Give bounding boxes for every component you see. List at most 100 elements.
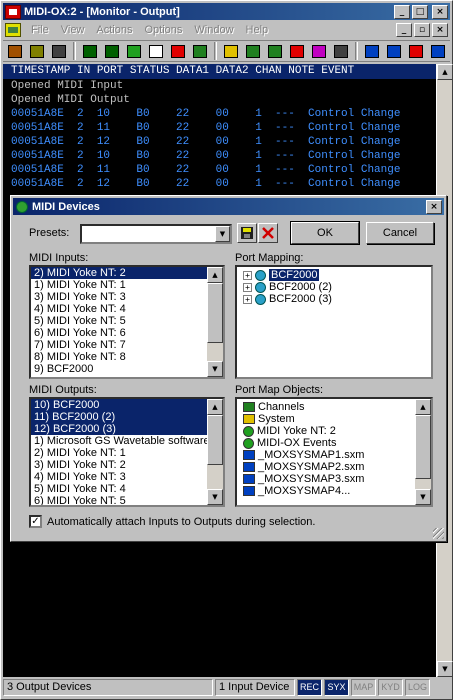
presets-combo[interactable]: ▼ [80, 224, 232, 244]
title-bar[interactable]: MIDI-OX:2 - [Monitor - Output] _ □ × [3, 3, 450, 20]
print-button[interactable] [49, 41, 69, 61]
open-button[interactable] [5, 41, 25, 61]
midi-output-item[interactable]: 11) BCF2000 (2) [31, 411, 223, 423]
scroll-thumb[interactable] [415, 415, 431, 479]
midi-inputs-scrollbar[interactable]: ▲ ▼ [207, 267, 223, 377]
scroll-thumb[interactable] [207, 415, 223, 465]
midi-input-item[interactable]: 4) MIDI Yoke NT: 4 [31, 303, 223, 315]
midi-outputs-scrollbar[interactable]: ▲ ▼ [207, 399, 223, 505]
midi-output-item[interactable]: 6) MIDI Yoke NT: 5 [31, 495, 223, 505]
port-routing-button[interactable] [362, 41, 382, 61]
port-map-object-item[interactable]: _MOXSYSMAP2.sxm [237, 461, 431, 473]
midi-input-item[interactable]: 5) MIDI Yoke NT: 5 [31, 315, 223, 327]
midi-output-item[interactable]: 12) BCF2000 (3) [31, 423, 223, 435]
dialog-title-bar[interactable]: MIDI Devices × [13, 198, 444, 215]
midi-input-item[interactable]: 7) MIDI Yoke NT: 7 [31, 339, 223, 351]
save-button[interactable] [27, 41, 47, 61]
port-mapping-tree[interactable]: + BCF2000 + BCF2000 (2) + BCF2000 (3) [235, 265, 433, 379]
scroll-up-button[interactable]: ▲ [437, 64, 453, 80]
scroll-down-button[interactable]: ▼ [207, 489, 223, 505]
dialog-close-button[interactable]: × [426, 199, 442, 214]
midi-input-item[interactable]: 3) MIDI Yoke NT: 3 [31, 291, 223, 303]
menu-actions[interactable]: Actions [90, 24, 138, 36]
expand-icon[interactable]: + [243, 294, 252, 304]
chevron-down-icon[interactable]: ▼ [215, 226, 230, 242]
midi-output-item[interactable]: 1) Microsoft GS Wavetable software [31, 435, 223, 447]
midi-output-item[interactable]: 4) MIDI Yoke NT: 3 [31, 471, 223, 483]
piano-button[interactable] [331, 41, 351, 61]
midi-input-button[interactable] [80, 41, 100, 61]
ok-button[interactable]: OK [290, 221, 360, 245]
maximize-button[interactable]: □ [412, 4, 428, 19]
status-indicator-log[interactable]: LOG [405, 679, 430, 696]
delete-preset-button[interactable] [258, 223, 278, 243]
sysex-button[interactable] [168, 41, 188, 61]
resize-grip[interactable] [433, 528, 444, 539]
monitor-window-icon[interactable] [5, 23, 21, 37]
midi-input-item[interactable]: 9) BCF2000 [31, 363, 223, 375]
port-mapping-item[interactable]: + BCF2000 [237, 269, 431, 281]
panic-button[interactable] [406, 41, 426, 61]
scroll-down-button[interactable]: ▼ [415, 489, 431, 505]
menu-help[interactable]: Help [240, 24, 275, 36]
expand-icon[interactable]: + [243, 282, 252, 292]
port-map-object-item[interactable]: MIDI-OX Events [237, 437, 431, 449]
midi-output-item[interactable]: 5) MIDI Yoke NT: 4 [31, 483, 223, 495]
menu-window[interactable]: Window [188, 24, 239, 36]
cancel-button[interactable]: Cancel [366, 222, 434, 244]
grid-button[interactable] [146, 41, 166, 61]
instruments-button[interactable] [265, 41, 285, 61]
port-map-object-item[interactable]: MIDI Yoke NT: 2 [237, 425, 431, 437]
port-map-object-item[interactable]: _MOXSYSMAP4... [237, 485, 431, 497]
minimize-button[interactable]: _ [394, 4, 410, 19]
child-restore-button[interactable]: ▫ [414, 23, 430, 37]
status-indicator-rec[interactable]: REC [297, 679, 322, 696]
midi-output-button[interactable] [102, 41, 122, 61]
filter-button[interactable] [190, 41, 210, 61]
status-indicator-syx[interactable]: SYX [324, 679, 349, 696]
port-map-object-item[interactable]: _MOXSYSMAP1.sxm [237, 449, 431, 461]
config-button[interactable] [428, 41, 448, 61]
mapper-button[interactable] [309, 41, 329, 61]
scroll-up-button[interactable]: ▲ [207, 267, 223, 283]
child-close-button[interactable]: × [432, 23, 448, 37]
pencil-button[interactable] [221, 41, 241, 61]
port-mapping-item[interactable]: + BCF2000 (3) [237, 293, 431, 305]
port-map-object-item[interactable]: Channels [237, 401, 431, 413]
menu-options[interactable]: Options [138, 24, 188, 36]
auto-attach-checkbox[interactable]: ✓ [29, 515, 42, 528]
midi-output-item[interactable]: 10) BCF2000 [31, 399, 223, 411]
status-indicator-map[interactable]: MAP [351, 679, 376, 696]
mp-button[interactable] [287, 41, 307, 61]
midi-input-item[interactable]: 1) MIDI Yoke NT: 1 [31, 279, 223, 291]
green-circle-button[interactable] [124, 41, 144, 61]
scroll-down-button[interactable]: ▼ [207, 361, 223, 377]
port-map-object-item[interactable]: _MOXSYSMAP3.sxm [237, 473, 431, 485]
save-preset-button[interactable] [237, 223, 257, 243]
midi-input-item[interactable]: 8) MIDI Yoke NT: 8 [31, 351, 223, 363]
midi-output-item[interactable]: 3) MIDI Yoke NT: 2 [31, 459, 223, 471]
port-mapping-label: BCF2000 (2) [269, 281, 332, 293]
close-button[interactable]: × [432, 4, 448, 19]
port-map-objects-list[interactable]: Channels System MIDI Yoke NT: 2 MIDI-OX Eve… [235, 397, 433, 507]
status-indicator-kyd[interactable]: KYD [378, 679, 403, 696]
hub-button[interactable] [384, 41, 404, 61]
port-map-object-item[interactable]: System [237, 413, 431, 425]
menu-file[interactable]: File [25, 24, 55, 36]
menu-view[interactable]: View [55, 24, 91, 36]
midi-inputs-list[interactable]: 2) MIDI Yoke NT: 2 1) MIDI Yoke NT: 1 3) M… [29, 265, 225, 379]
scroll-up-button[interactable]: ▲ [207, 399, 223, 415]
midi-input-item[interactable]: 6) MIDI Yoke NT: 6 [31, 327, 223, 339]
midi-output-item[interactable]: 2) MIDI Yoke NT: 1 [31, 447, 223, 459]
midi-input-item[interactable]: 2) MIDI Yoke NT: 2 [31, 267, 223, 279]
midi-ox-app-icon[interactable] [5, 4, 21, 19]
port-map-objects-scrollbar[interactable]: ▲ ▼ [415, 399, 431, 505]
keyboard-button[interactable] [243, 41, 263, 61]
port-mapping-item[interactable]: + BCF2000 (2) [237, 281, 431, 293]
scroll-thumb[interactable] [207, 283, 223, 343]
expand-icon[interactable]: + [243, 270, 252, 280]
child-minimize-button[interactable]: _ [396, 23, 412, 37]
midi-outputs-list[interactable]: 10) BCF2000 11) BCF2000 (2) 12) BCF2000 (3… [29, 397, 225, 507]
scroll-up-button[interactable]: ▲ [415, 399, 431, 415]
scroll-down-button[interactable]: ▼ [437, 661, 453, 677]
